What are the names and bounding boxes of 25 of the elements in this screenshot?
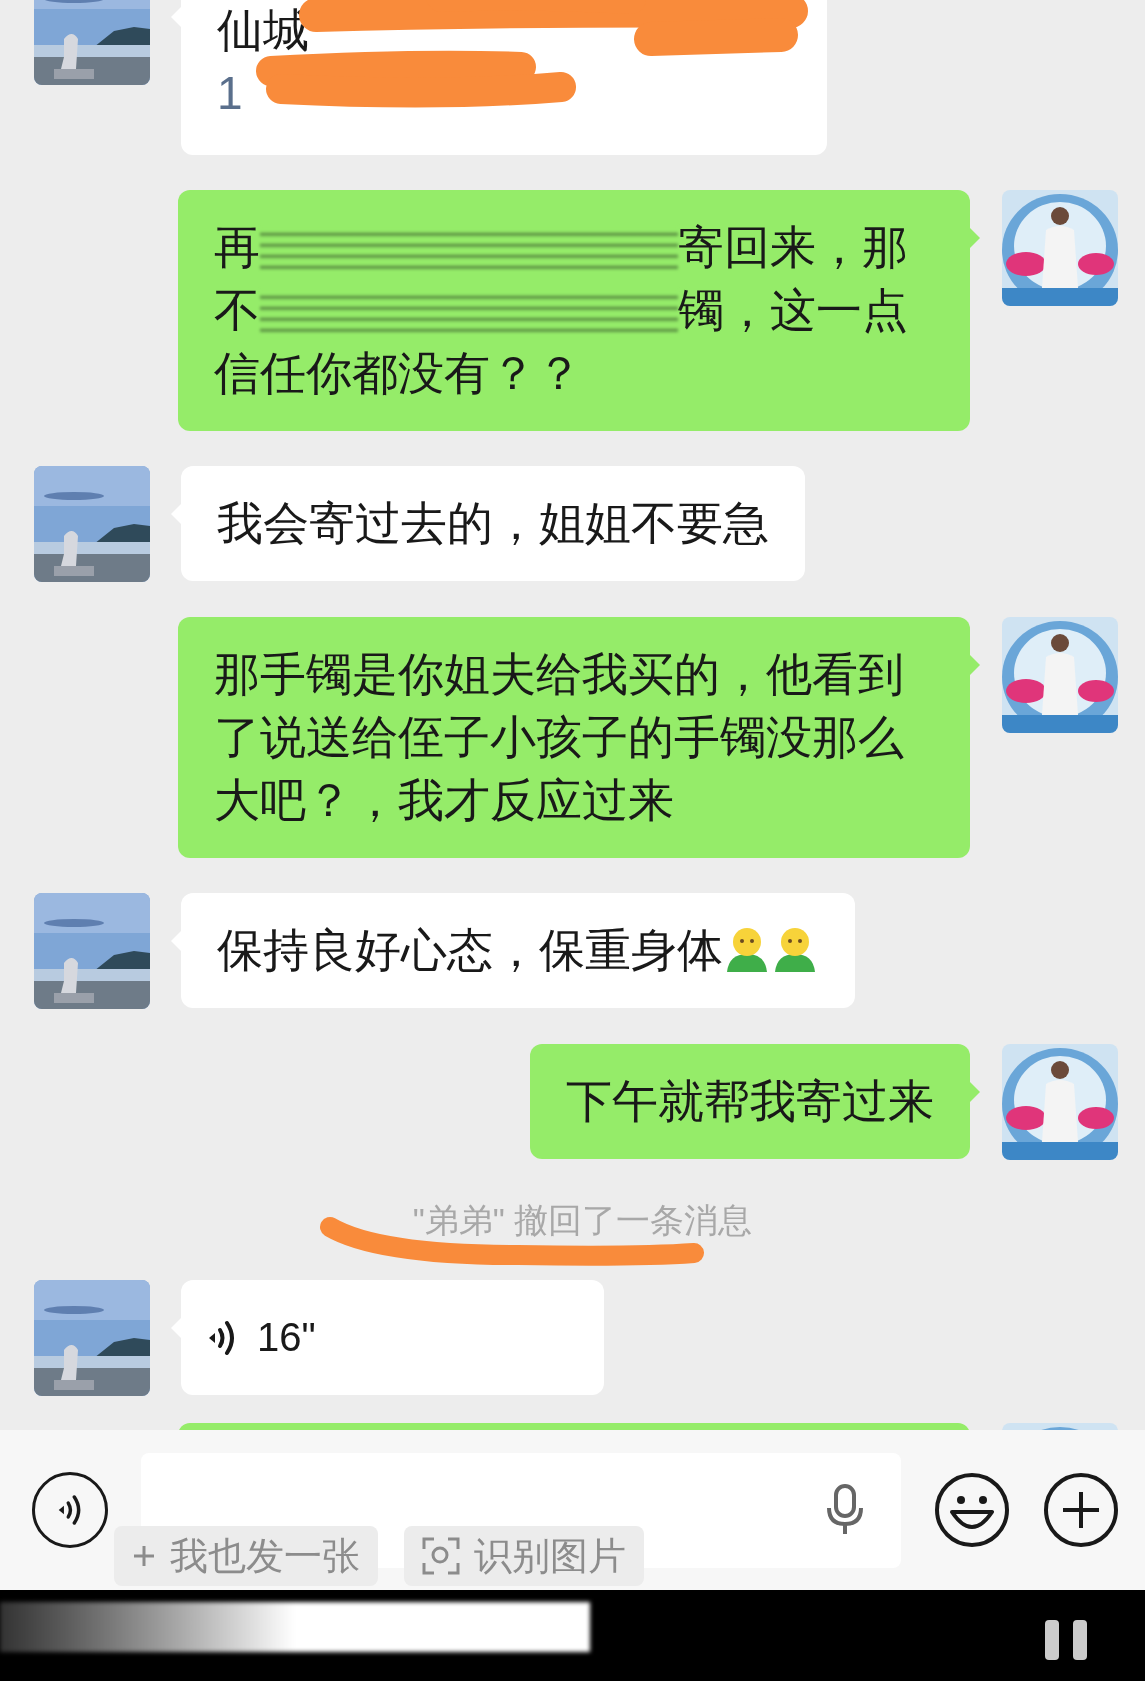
suggestion-chip[interactable]: 识别图片 <box>404 1526 644 1586</box>
message-text: 下午就帮我寄过来 <box>566 1075 934 1127</box>
voice-message-bubble[interactable]: 16" <box>181 1280 604 1395</box>
message-text: 保持良好心态，保重身体 <box>217 924 723 976</box>
message-text: 那手镯是你姐夫给我买的，他看到了说送给侄子小孩子的手镯没那么大吧？，我才反应过来 <box>214 648 904 826</box>
scan-icon <box>422 1537 460 1575</box>
system-message: "弟弟" 撤回了一条消息 <box>411 1199 753 1241</box>
nav-handle-drawing <box>1045 1620 1087 1660</box>
voice-duration: 16" <box>257 1314 316 1361</box>
plus-button[interactable] <box>1043 1472 1119 1548</box>
message-text: 1 <box>217 66 243 121</box>
voice-wave-icon <box>57 1492 83 1528</box>
message-text: 不 <box>214 283 260 338</box>
plus-icon <box>1043 1472 1119 1548</box>
plus-icon <box>132 1544 156 1568</box>
suggestion-chip[interactable]: 我也发一张 <box>114 1526 378 1586</box>
message-text: 寄回来，那 <box>678 220 908 275</box>
microphone-icon[interactable] <box>825 1484 865 1536</box>
message-text: 再 <box>214 220 260 275</box>
emoji-button[interactable] <box>934 1472 1010 1548</box>
message-text: 信任你都没有？？ <box>214 346 582 401</box>
message-text: 镯，这一点 <box>678 283 908 338</box>
smiley-icon <box>934 1472 1010 1548</box>
message-text: 我会寄过去的，姐姐不要急 <box>217 497 769 549</box>
voice-button[interactable] <box>32 1472 108 1548</box>
